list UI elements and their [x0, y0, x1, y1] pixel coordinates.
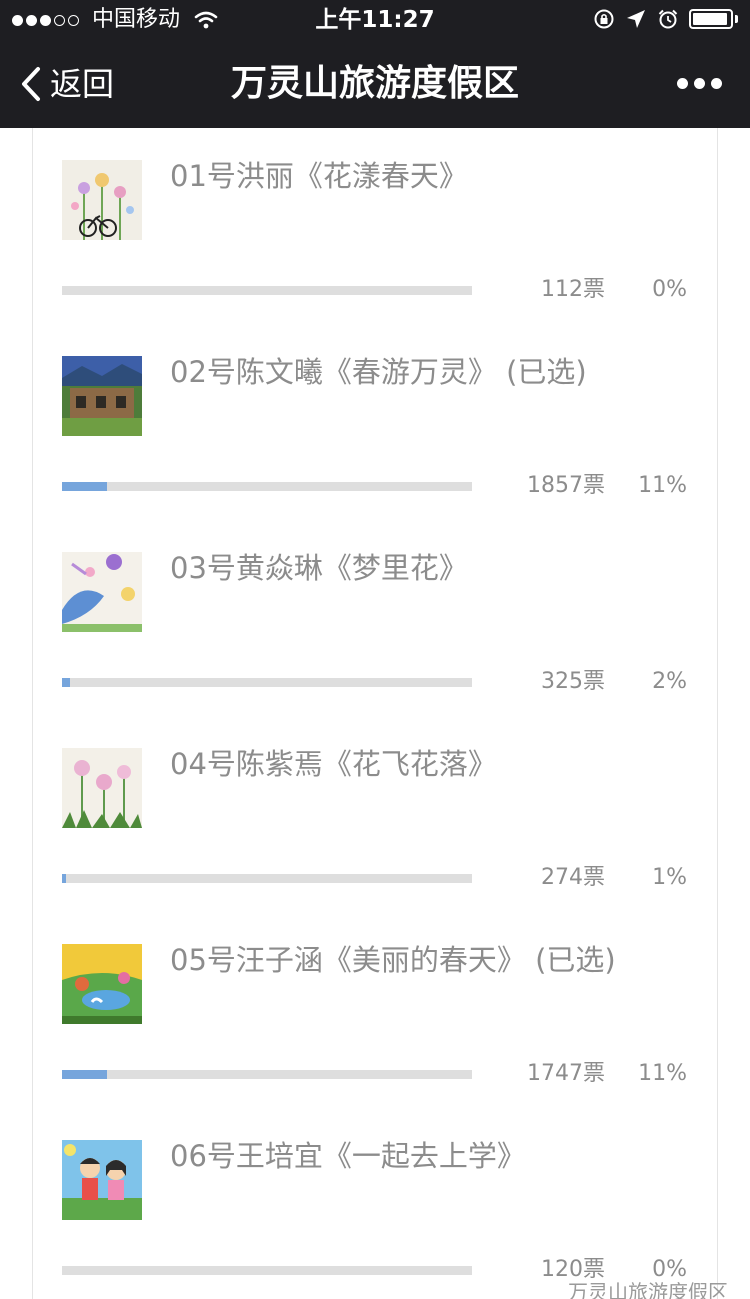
vote-count: 325票: [541, 669, 605, 694]
entry-title: 03号黄焱琳《梦里花》: [170, 551, 468, 585]
artwork-thumbnail[interactable]: [62, 160, 142, 240]
entry-title: 05号汪子涵《美丽的春天》 (已选): [170, 943, 616, 977]
battery-icon: [689, 9, 733, 29]
more-options-button[interactable]: [671, 78, 722, 89]
more-dots-icon: [677, 78, 688, 89]
vote-progress-fill: [62, 1070, 108, 1079]
vote-percent: 11%: [638, 473, 687, 498]
artwork-thumbnail[interactable]: [62, 356, 142, 436]
vote-count: 112票: [541, 277, 605, 302]
vote-progress-bar: [62, 286, 472, 295]
vote-progress-bar: [62, 482, 472, 491]
vote-progress-bar: [62, 1266, 472, 1275]
vote-count: 274票: [541, 865, 605, 890]
entry-title: 04号陈紫焉《花飞花落》: [170, 747, 497, 781]
top-bar: 中国移动 上午11:27 返回 万灵山旅游度假区: [0, 0, 750, 128]
vote-results-list[interactable]: 01号洪丽《花漾春天》 112票 0% 02号陈文曦《春游万灵》 (已选) 18…: [0, 128, 750, 1299]
vote-percent: 0%: [652, 277, 687, 302]
vote-percent: 11%: [638, 1061, 687, 1086]
artwork-thumbnail[interactable]: [62, 748, 142, 828]
vote-progress-fill: [62, 482, 108, 491]
vote-progress-bar: [62, 874, 472, 883]
vote-entry-04[interactable]: 04号陈紫焉《花飞花落》 274票 1%: [0, 716, 750, 912]
status-right: [593, 8, 738, 30]
artwork-thumbnail[interactable]: [62, 1140, 142, 1220]
vote-percent: 2%: [652, 669, 687, 694]
vote-progress-bar: [62, 678, 472, 687]
vote-progress-fill: [62, 874, 67, 883]
entry-title: 06号王培宜《一起去上学》: [170, 1139, 526, 1173]
vote-entry-02[interactable]: 02号陈文曦《春游万灵》 (已选) 1857票 11%: [0, 324, 750, 520]
vote-entry-03[interactable]: 03号黄焱琳《梦里花》 325票 2%: [0, 520, 750, 716]
back-button[interactable]: 返回: [18, 64, 114, 104]
back-label: 返回: [50, 65, 115, 103]
vote-count: 1857票: [527, 473, 605, 498]
nav-bar: 返回 万灵山旅游度假区: [0, 42, 750, 128]
vote-percent: 1%: [652, 865, 687, 890]
vote-entry-05[interactable]: 05号汪子涵《美丽的春天》 (已选) 1747票 11%: [0, 912, 750, 1108]
vote-entry-01[interactable]: 01号洪丽《花漾春天》 112票 0%: [0, 128, 750, 324]
rotation-lock-icon: [594, 9, 614, 29]
entry-title: 01号洪丽《花漾春天》: [170, 159, 468, 193]
page-title: 万灵山旅游度假区: [230, 63, 519, 104]
status-bar: 中国移动 上午11:27: [0, 0, 750, 40]
vote-progress-fill: [62, 678, 71, 687]
vote-percent: 0%: [652, 1257, 687, 1282]
location-arrow-icon: [627, 10, 645, 28]
vote-count: 120票: [541, 1257, 605, 1282]
artwork-thumbnail[interactable]: [62, 944, 142, 1024]
vote-count: 1747票: [527, 1061, 605, 1086]
battery-tip: [735, 15, 738, 23]
alarm-clock-icon: [658, 9, 678, 29]
artwork-thumbnail[interactable]: [62, 552, 142, 632]
watermark: 万灵山旅游度假区: [568, 1281, 728, 1299]
entry-title: 02号陈文曦《春游万灵》 (已选): [170, 355, 587, 389]
vote-entry-06[interactable]: 06号王培宜《一起去上学》 120票 0%: [0, 1108, 750, 1299]
vote-progress-bar: [62, 1070, 472, 1079]
chevron-left-icon: [22, 67, 40, 101]
